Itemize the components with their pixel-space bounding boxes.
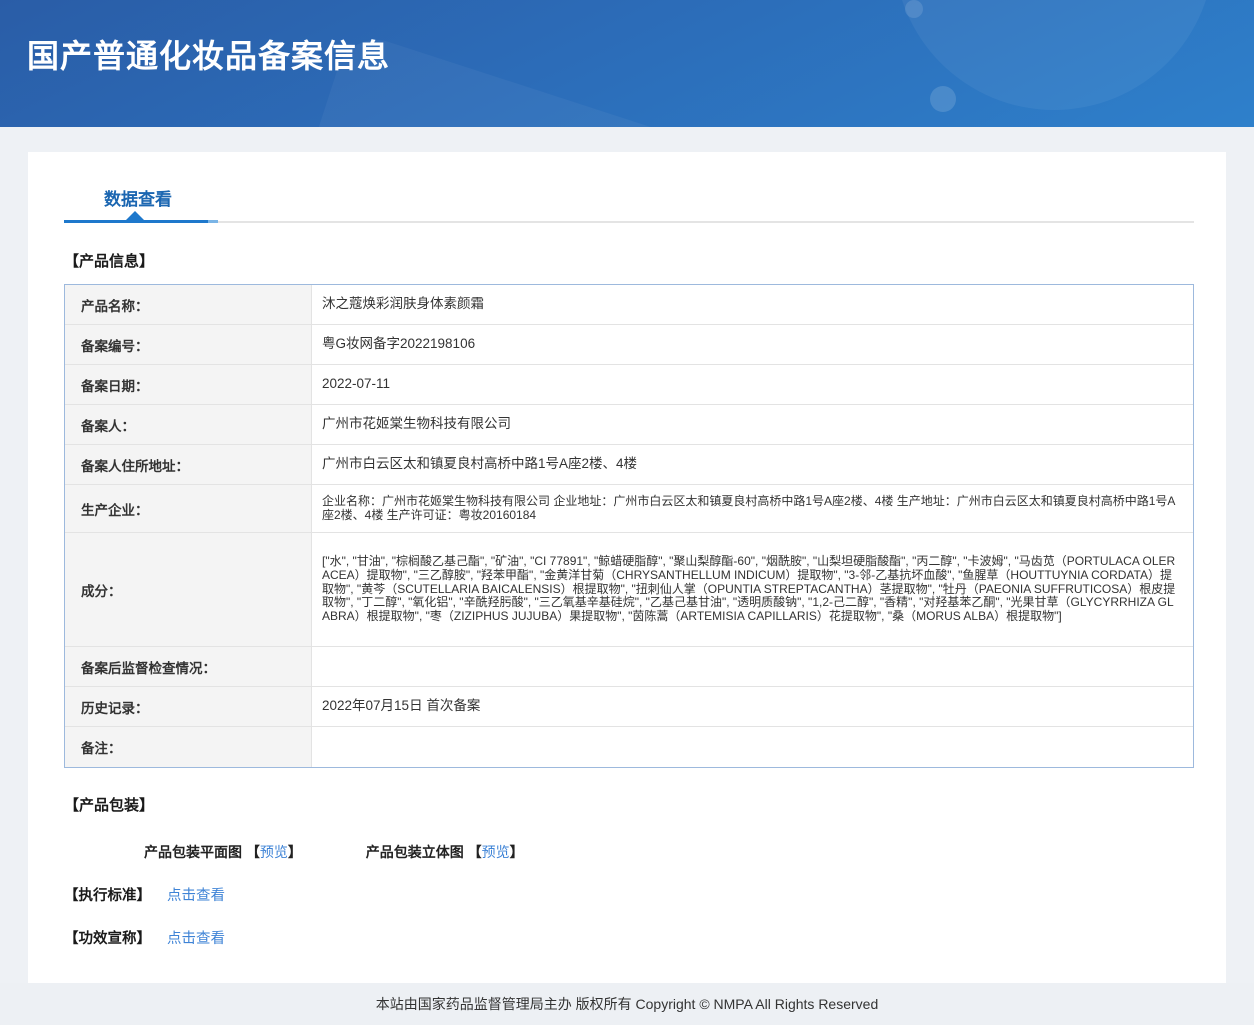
footer: 本站由国家药品监督管理局主办 版权所有 Copyright © NMPA All… xyxy=(0,983,1254,1025)
table-row: 生产企业： 企业名称：广州市花姬棠生物科技有限公司 企业地址：广州市白云区太和镇… xyxy=(65,485,1193,533)
packaging-flat-item: 产品包装平面图 【预览】 xyxy=(144,842,302,862)
content-card: 数据查看 【产品信息】 产品名称： 沐之蔻焕彩润肤身体素颜霜 备案编号： 粤G妆… xyxy=(28,152,1226,983)
standard-view-link[interactable]: 点击查看 xyxy=(167,884,225,905)
tab-active-underline-tip xyxy=(208,220,218,223)
row-label: 产品名称： xyxy=(65,285,312,324)
row-label: 历史记录： xyxy=(65,687,312,726)
row-label: 备案人： xyxy=(65,405,312,444)
table-row: 产品名称： 沐之蔻焕彩润肤身体素颜霜 xyxy=(65,285,1193,325)
section-title-packaging: 【产品包装】 xyxy=(64,797,155,814)
row-label: 备案日期： xyxy=(65,365,312,404)
tab-data-view[interactable]: 数据查看 xyxy=(104,185,172,210)
tab-indicator-triangle xyxy=(126,211,144,220)
row-value-registrant: 广州市花姬棠生物科技有限公司 xyxy=(312,405,1193,444)
row-value-filing-date: 2022-07-11 xyxy=(312,365,1193,404)
bracket-open: 【 xyxy=(245,844,260,860)
tab-divider-line xyxy=(64,221,1194,223)
row-label: 备案编号： xyxy=(65,325,312,364)
row-value-supervision xyxy=(312,647,1193,686)
row-value-registrant-address: 广州市白云区太和镇夏良村高桥中路1号A座2楼、4楼 xyxy=(312,445,1193,484)
row-value-history: 2022年07月15日 首次备案 xyxy=(312,687,1193,726)
preview-stereo-link[interactable]: 预览 xyxy=(482,844,510,860)
product-info-table: 产品名称： 沐之蔻焕彩润肤身体素颜霜 备案编号： 粤G妆网备字202219810… xyxy=(64,284,1194,768)
packaging-flat-label: 产品包装平面图 xyxy=(144,844,242,860)
row-label: 备案人住所地址： xyxy=(65,445,312,484)
table-row: 备案人： 广州市花姬棠生物科技有限公司 xyxy=(65,405,1193,445)
section-title-efficacy: 【功效宣称】 xyxy=(64,931,151,947)
bracket-close: 】 xyxy=(509,844,524,860)
bracket-open: 【 xyxy=(467,844,482,860)
preview-flat-link[interactable]: 预览 xyxy=(260,844,288,860)
section-title-product-info: 【产品信息】 xyxy=(64,253,155,270)
row-label: 备注： xyxy=(65,727,312,767)
table-row: 备案日期： 2022-07-11 xyxy=(65,365,1193,405)
packaging-stereo-label: 产品包装立体图 xyxy=(365,844,464,860)
row-value-manufacturer: 企业名称：广州市花姬棠生物科技有限公司 企业地址：广州市白云区太和镇夏良村高桥中… xyxy=(312,485,1193,532)
copyright-text: 本站由国家药品监督管理局主办 版权所有 Copyright © NMPA All… xyxy=(375,996,879,1012)
packaging-row: 产品包装平面图 【预览】 产品包装立体图 【预览】 xyxy=(144,842,1194,862)
packaging-stereo-item: 产品包装立体图 【预览】 xyxy=(366,842,524,862)
efficacy-view-link[interactable]: 点击查看 xyxy=(167,927,225,948)
row-label: 备案后监督检查情况： xyxy=(65,647,312,686)
row-value-ingredients: ["水", "甘油", "棕榈酸乙基己酯", "矿油", "CI 77891",… xyxy=(312,533,1193,646)
table-row: 成分： ["水", "甘油", "棕榈酸乙基己酯", "矿油", "CI 778… xyxy=(65,533,1193,647)
decorative-dot xyxy=(930,86,956,112)
row-value-product-name: 沐之蔻焕彩润肤身体素颜霜 xyxy=(312,285,1193,324)
row-value-remark xyxy=(312,727,1193,767)
tab-bar: 数据查看 xyxy=(64,152,1194,223)
bracket-close: 】 xyxy=(287,844,302,860)
table-row: 历史记录： 2022年07月15日 首次备案 xyxy=(65,687,1193,727)
decorative-dot xyxy=(905,0,923,18)
row-label: 成分： xyxy=(65,533,312,646)
section-title-standard: 【执行标准】 xyxy=(64,888,151,904)
table-row: 备注： xyxy=(65,727,1193,767)
row-label: 生产企业： xyxy=(65,485,312,532)
row-value-filing-number: 粤G妆网备字2022198106 xyxy=(312,325,1193,364)
table-row: 备案人住所地址： 广州市白云区太和镇夏良村高桥中路1号A座2楼、4楼 xyxy=(65,445,1193,485)
table-row: 备案编号： 粤G妆网备字2022198106 xyxy=(65,325,1193,365)
table-row: 备案后监督检查情况： xyxy=(65,647,1193,687)
decorative-circle xyxy=(894,0,1214,110)
tab-active-underline xyxy=(64,220,208,223)
page-title: 国产普通化妆品备案信息 xyxy=(27,38,391,74)
efficacy-row: 【功效宣称】 点击查看 xyxy=(64,927,1194,948)
header-banner: 国产普通化妆品备案信息 xyxy=(0,0,1254,127)
standard-row: 【执行标准】 点击查看 xyxy=(64,884,1194,905)
